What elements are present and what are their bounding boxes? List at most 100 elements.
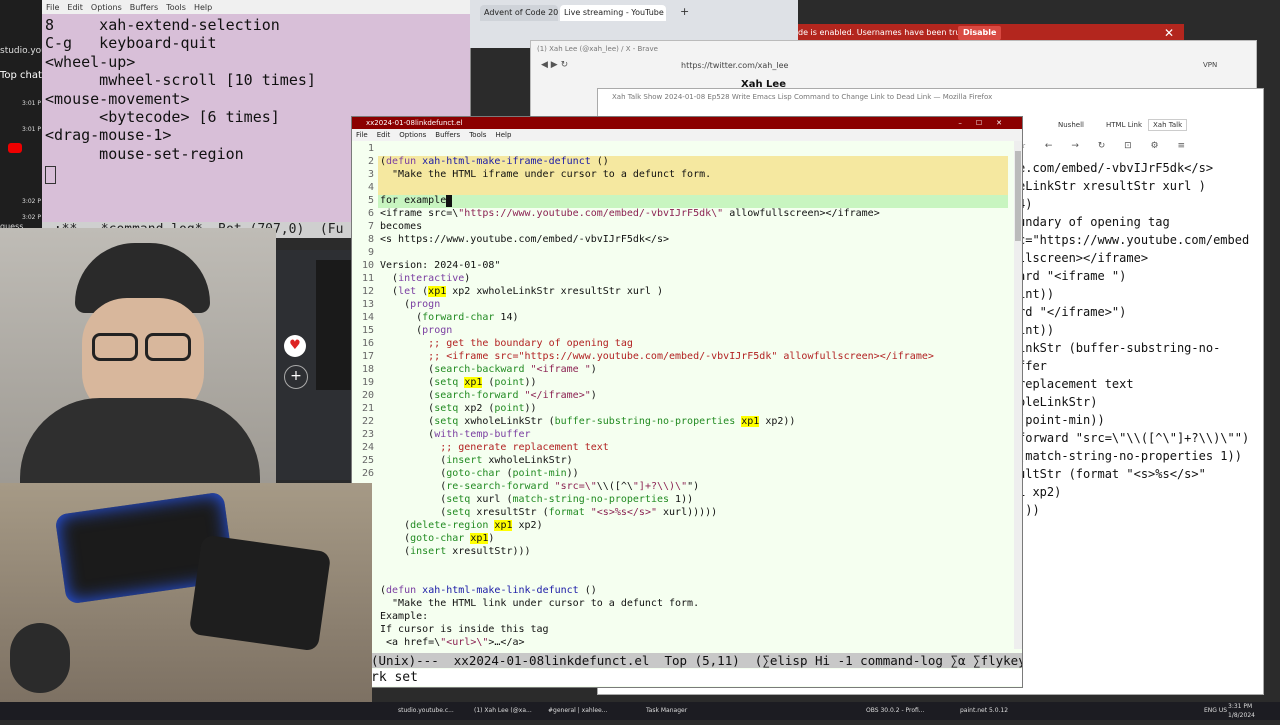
code-line[interactable]: (defun xah-html-make-iframe-defunct () (380, 156, 609, 167)
cursor-box (45, 166, 56, 184)
firefox-tab-active[interactable]: Xah Talk (1148, 119, 1188, 131)
code-buffer[interactable]: 1 2 (defun xah-html-make-iframe-defunct ()… (352, 141, 1012, 649)
firefox-content-line: 1 xp2) (1018, 485, 1062, 499)
code-line[interactable]: (search-backward "<iframe ") (380, 364, 597, 375)
code-line[interactable]: (search-forward "</iframe>") (380, 390, 597, 401)
heart-icon[interactable]: ♥ (284, 335, 306, 357)
scrollbar[interactable] (1014, 141, 1022, 649)
disable-button[interactable]: Disable (958, 26, 1002, 40)
taskbar-item[interactable]: OBS 30.0.2 - Profi... (866, 702, 925, 720)
line-number: 23 (361, 429, 374, 440)
code-line[interactable]: (insert xresultStr))) (380, 546, 530, 557)
brave-url[interactable]: https://twitter.com/xah_lee (681, 59, 1051, 73)
code-line[interactable]: (setq xp2 (point)) (380, 403, 536, 414)
clock-date[interactable]: 1/8/2024 (1228, 707, 1255, 725)
tab-advent-of-code[interactable]: Advent of Code 202 (480, 5, 558, 21)
menu-options[interactable]: Options (91, 3, 122, 12)
code-line[interactable]: (delete-region xp1 xp2) (380, 520, 543, 531)
code-line[interactable]: becomes (380, 221, 422, 232)
menu-edit[interactable]: Edit (67, 3, 83, 12)
region-highlight (378, 182, 1008, 195)
firefox-content-line: oleLinkStr) (1018, 395, 1098, 409)
log-line: <mouse-movement> (45, 89, 190, 108)
menu-file[interactable]: File (356, 129, 368, 141)
code-line[interactable]: <s https://www.youtube.com/embed/-vbvIJr… (380, 234, 669, 245)
taskbar-item[interactable]: paint.net 5.0.12 (960, 702, 1008, 720)
desk-camera (0, 483, 372, 702)
menu-file[interactable]: File (46, 3, 59, 12)
code-line[interactable]: ;; get the boundary of opening tag (380, 338, 633, 349)
minibuffer[interactable]: rk set (371, 669, 1022, 686)
code-line[interactable]: (goto-char (point-min)) (380, 468, 579, 479)
language-indicator[interactable]: ENG US (1204, 702, 1227, 720)
window-controls[interactable]: –☐✕ (958, 117, 1016, 129)
line-number: 6 (367, 208, 374, 219)
scrollbar-thumb[interactable] (1015, 151, 1021, 241)
menu-buffers[interactable]: Buffers (435, 129, 460, 141)
code-line[interactable]: "Make the HTML iframe under cursor to a … (380, 169, 711, 180)
firefox-content-line: rd "</iframe>") (1018, 305, 1127, 319)
code-line[interactable]: (interactive) (380, 273, 470, 284)
code-line[interactable]: (defun xah-html-make-link-defunct () (380, 585, 597, 596)
emacs-titlebar: xx2024-01-08linkdefunct.el –☐✕ (352, 117, 1022, 129)
code-line[interactable]: (setq xurl (match-string-no-properties 1… (380, 494, 693, 505)
taskbar-item[interactable]: (1) Xah Lee (@xa... (474, 702, 532, 720)
code-line[interactable]: (with-temp-buffer (380, 429, 530, 440)
code-line[interactable]: (goto-char xp1) (380, 533, 494, 544)
taskbar-item[interactable]: #general | xahlee... (548, 702, 607, 720)
line-number: 19 (361, 377, 374, 388)
firefox-content-line: (match-string-no-properties 1)) (1018, 449, 1242, 463)
vpn-label[interactable]: VPN (1203, 61, 1217, 69)
glasses-right (145, 333, 191, 361)
line-number: 15 (361, 325, 374, 336)
line-number: 4 (367, 182, 374, 193)
firefox-content-line: int)) (1018, 287, 1055, 301)
top-chat-label[interactable]: Top chat (0, 70, 45, 81)
microphone (10, 623, 70, 693)
menu-help[interactable]: Help (495, 129, 511, 141)
code-line[interactable]: <a href=\"<url>\">…</a> (380, 637, 525, 648)
menu-help[interactable]: Help (194, 3, 212, 12)
code-line[interactable]: (progn (380, 325, 452, 336)
code-line[interactable]: (progn (380, 299, 440, 310)
new-tab-icon[interactable]: + (680, 5, 689, 18)
menu-tools[interactable]: Tools (166, 3, 186, 12)
code-line[interactable]: (re-search-forward "src=\"\\([^\"]+?\\)\… (380, 481, 699, 492)
menu-options[interactable]: Options (399, 129, 426, 141)
taskbar-item[interactable]: studio.youtube.c... (398, 702, 454, 720)
code-line[interactable]: <iframe src=\"https://www.youtube.com/em… (380, 208, 880, 219)
menu-edit[interactable]: Edit (377, 129, 391, 141)
code-line[interactable]: (let (xp1 xp2 xwholeLinkStr xresultStr x… (380, 286, 663, 297)
line-number: 17 (361, 351, 374, 362)
firefox-tab[interactable]: HTML Link (1106, 121, 1142, 129)
firefox-content-line: c="https://www.youtube.com/embed (1018, 233, 1250, 247)
taskbar: studio.youtube.c... (1) Xah Lee (@xa... … (0, 702, 1280, 720)
line-number: 16 (361, 338, 374, 349)
firefox-content-line: replacement text (1018, 377, 1134, 391)
left-panel-item[interactable]: studio.youtu (0, 46, 45, 56)
code-line[interactable]: ;; generate replacement text (380, 442, 609, 453)
log-line: mwheel-scroll [10 times] (45, 71, 316, 90)
code-line[interactable]: ;; <iframe src="https://www.youtube.com/… (380, 351, 934, 362)
line-number: 8 (367, 234, 374, 245)
emacs-main-window[interactable]: xx2024-01-08linkdefunct.el –☐✕ File Edit… (351, 116, 1023, 688)
menu-buffers[interactable]: Buffers (130, 3, 158, 12)
code-line[interactable]: (forward-char 14) (380, 312, 518, 323)
code-line[interactable]: (setq xwholeLinkStr (buffer-substring-no… (380, 416, 795, 427)
code-line[interactable]: (setq xp1 (point)) (380, 377, 537, 388)
firefox-tab[interactable]: Nushell (1058, 121, 1084, 129)
tab-youtube-live[interactable]: Live streaming - YouTube S (560, 5, 666, 21)
code-line[interactable]: If cursor is inside this tag (380, 624, 549, 635)
code-line[interactable]: Version: 2024-01-08" (380, 260, 500, 271)
taskbar-item[interactable]: Task Manager (646, 702, 687, 720)
menu-tools[interactable]: Tools (469, 129, 486, 141)
add-icon[interactable]: + (284, 365, 308, 389)
code-line[interactable]: (setq xresultStr (format "<s>%s</s>" xur… (380, 507, 717, 518)
firefox-content-line: forward "src=\"\\([^\"]+?\\)\"") (1018, 431, 1250, 445)
brave-title: (1) Xah Lee (@xah_lee) / X - Brave (537, 45, 658, 53)
back-icon[interactable]: ◀ ▶ ↻ (541, 60, 568, 70)
code-line[interactable]: Example: (380, 611, 428, 622)
code-line[interactable]: (insert xwholeLinkStr) (380, 455, 572, 466)
code-line[interactable]: for example (380, 195, 446, 206)
code-line[interactable]: "Make the HTML link under cursor to a de… (380, 598, 699, 609)
